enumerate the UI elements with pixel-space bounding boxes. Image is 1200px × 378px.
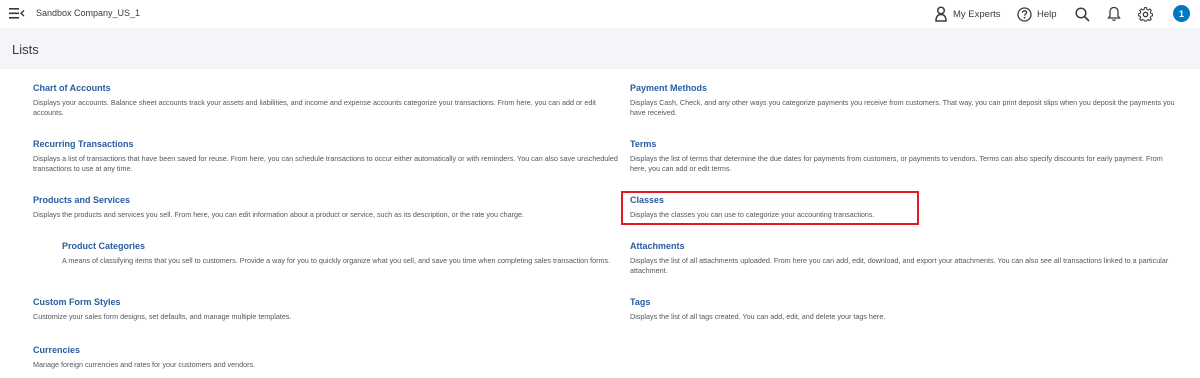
terms-link[interactable]: Terms: [630, 138, 1175, 150]
help-button[interactable]: Help: [1017, 4, 1057, 24]
list-item-custom-form-styles: Custom Form Styles Customize your sales …: [33, 296, 618, 322]
my-experts-button[interactable]: My Experts: [934, 4, 1001, 24]
my-experts-label: My Experts: [953, 8, 1001, 20]
list-item-product-categories: Product Categories A means of classifyin…: [62, 240, 612, 266]
tags-link[interactable]: Tags: [630, 296, 1175, 308]
payment-methods-link[interactable]: Payment Methods: [630, 82, 1175, 94]
search-icon: [1075, 6, 1090, 22]
recurring-transactions-link[interactable]: Recurring Transactions: [33, 138, 618, 150]
my-experts-icon: [934, 6, 948, 22]
gear-icon: [1138, 6, 1153, 22]
list-item-recurring-transactions: Recurring Transactions Displays a list o…: [33, 138, 618, 174]
company-name: Sandbox Company_US_1: [36, 8, 141, 18]
attachments-link[interactable]: Attachments: [630, 240, 1175, 252]
bell-icon: [1107, 6, 1121, 22]
list-item-products-and-services: Products and Services Displays the produ…: [33, 194, 618, 220]
list-item-payment-methods: Payment Methods Displays Cash, Check, an…: [630, 82, 1175, 118]
currencies-description: Manage foreign currencies and rates for …: [33, 360, 256, 369]
products-and-services-link[interactable]: Products and Services: [33, 194, 618, 206]
list-item-terms: Terms Displays the list of terms that de…: [630, 138, 1175, 174]
custom-form-styles-description: Customize your sales form designs, set d…: [33, 312, 292, 321]
list-item-tags: Tags Displays the list of all tags creat…: [630, 296, 1175, 322]
notifications-button[interactable]: [1107, 4, 1121, 24]
list-item-chart-of-accounts: Chart of Accounts Displays your accounts…: [33, 82, 618, 118]
page-header: Lists: [0, 28, 1200, 69]
list-item-currencies: Currencies Manage foreign currencies and…: [33, 344, 618, 370]
products-and-services-description: Displays the products and services you s…: [33, 210, 524, 219]
payment-methods-description: Displays Cash, Check, and any other ways…: [630, 98, 1175, 117]
settings-button[interactable]: [1138, 4, 1153, 24]
chart-of-accounts-description: Displays your accounts. Balance sheet ac…: [33, 98, 596, 117]
product-categories-description: A means of classifying items that you se…: [62, 256, 611, 265]
help-icon: [1017, 6, 1032, 22]
custom-form-styles-link[interactable]: Custom Form Styles: [33, 296, 618, 308]
tags-description: Displays the list of all tags created. Y…: [630, 312, 886, 321]
recurring-transactions-description: Displays a list of transactions that hav…: [33, 154, 618, 173]
page-title: Lists: [12, 42, 39, 57]
list-item-attachments: Attachments Displays the list of all att…: [630, 240, 1175, 276]
currencies-link[interactable]: Currencies: [33, 344, 618, 356]
top-bar: Sandbox Company_US_1 My Experts Help 1: [0, 0, 1200, 28]
classes-highlight-box: [621, 191, 919, 225]
chart-of-accounts-link[interactable]: Chart of Accounts: [33, 82, 618, 94]
menu-toggle-icon[interactable]: [9, 7, 25, 20]
terms-description: Displays the list of terms that determin…: [630, 154, 1163, 173]
product-categories-link[interactable]: Product Categories: [62, 240, 612, 252]
attachments-description: Displays the list of all attachments upl…: [630, 256, 1169, 275]
user-avatar[interactable]: 1: [1173, 5, 1190, 22]
search-button[interactable]: [1075, 4, 1090, 24]
help-label: Help: [1037, 8, 1057, 20]
